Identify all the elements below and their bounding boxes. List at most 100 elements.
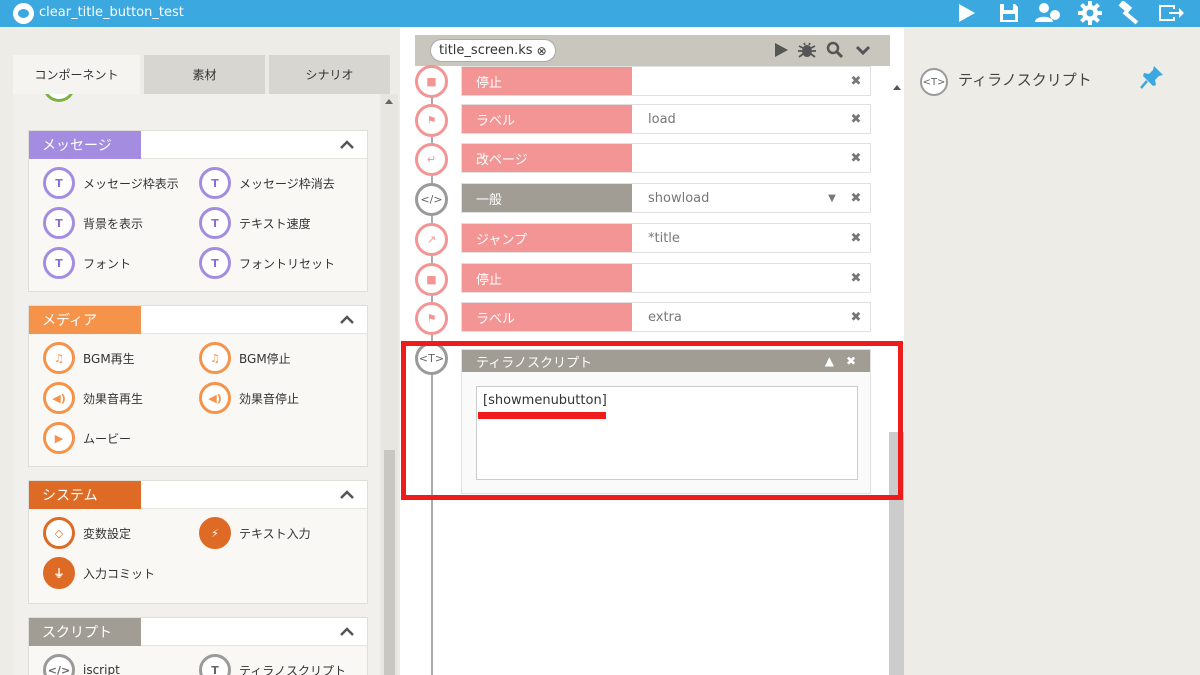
code-node-icon: </>	[415, 183, 448, 216]
text-frame-hide-icon: T	[199, 167, 231, 199]
tag-label: ラベル	[462, 105, 632, 133]
component-show-background[interactable]: T 背景を表示	[43, 207, 143, 239]
component-bgm-stop[interactable]: ♫ BGM停止	[199, 342, 291, 374]
tag-value[interactable]: *title	[632, 224, 842, 252]
component-iscript[interactable]: </> iscript	[43, 654, 120, 675]
tab-scenario[interactable]: シナリオ	[269, 55, 390, 94]
flag-node-icon: ⚑	[415, 104, 448, 137]
group-system-title: システム	[29, 481, 141, 509]
tag-row[interactable]: 停止 ✖	[461, 66, 871, 96]
collapse-chevron-icon[interactable]	[327, 618, 367, 645]
lightning-icon: ⚡	[199, 517, 231, 549]
tag-row[interactable]: ジャンプ *title ✖	[461, 223, 871, 253]
text-speed-icon: T	[199, 207, 231, 239]
chevron-down-icon[interactable]	[852, 39, 874, 61]
tag-row[interactable]: 停止 ✖	[461, 263, 871, 293]
font-reset-icon: T	[199, 247, 231, 279]
tag-value[interactable]: extra	[632, 303, 842, 331]
highlight-box	[401, 341, 903, 500]
scroll-up-icon[interactable]	[893, 85, 901, 90]
stop-node-icon: ■	[415, 65, 448, 98]
tag-label: ジャンプ	[462, 224, 632, 252]
tag-value[interactable]	[632, 67, 842, 95]
chevron-down-icon[interactable]: ▼	[822, 184, 842, 212]
tag-value[interactable]	[632, 144, 842, 172]
group-script-title: スクリプト	[29, 618, 141, 646]
component-hide-message-frame[interactable]: T メッセージ枠消去	[199, 167, 335, 199]
tag-label: 改ページ	[462, 144, 632, 172]
movie-icon: ▶	[43, 422, 75, 454]
component-bgm-play[interactable]: ♫ BGM再生	[43, 342, 135, 374]
component-se-play[interactable]: ◀) 効果音再生	[43, 382, 143, 414]
close-tab-icon[interactable]: ⊗	[537, 44, 547, 58]
property-panel: <T> ティラノスクリプト	[905, 27, 1200, 675]
tag-row[interactable]: 改ページ ✖	[461, 143, 871, 173]
component-font-reset[interactable]: T フォントリセット	[199, 247, 335, 279]
pin-icon[interactable]	[1138, 63, 1166, 91]
tab-materials[interactable]: 素材	[144, 55, 265, 94]
file-tab[interactable]: title_screen.ks ⊗	[430, 39, 556, 62]
run-icon[interactable]	[770, 39, 792, 61]
tab-components[interactable]: コンポーネント	[13, 55, 140, 94]
component-font[interactable]: T フォント	[43, 247, 131, 279]
users-icon[interactable]	[1033, 0, 1063, 26]
play-icon[interactable]	[951, 0, 981, 26]
music-play-icon: ♫	[43, 342, 75, 374]
component-se-stop[interactable]: ◀) 効果音停止	[199, 382, 299, 414]
collapse-chevron-icon[interactable]	[327, 481, 367, 508]
tyrano-icon: T	[199, 654, 231, 675]
collapse-chevron-icon[interactable]	[327, 131, 367, 158]
component-movie[interactable]: ▶ ムービー	[43, 422, 131, 454]
delete-icon[interactable]: ✖	[842, 224, 870, 252]
scroll-thumb[interactable]	[384, 450, 395, 675]
hammer-icon[interactable]	[1115, 0, 1145, 26]
export-icon[interactable]	[1156, 0, 1186, 26]
text-frame-icon: T	[43, 167, 75, 199]
component-show-message-frame[interactable]: T メッセージ枠表示	[43, 167, 179, 199]
scroll-up-icon[interactable]	[385, 99, 393, 104]
font-icon: T	[43, 247, 75, 279]
group-message: メッセージ T メッセージ枠表示 T メッセージ枠消去 T 背景を表示 T テキスト速度…	[28, 130, 368, 292]
delete-icon[interactable]: ✖	[842, 184, 870, 212]
component-variable[interactable]: ◇ 変数設定	[43, 517, 131, 549]
tag-label: 停止	[462, 264, 632, 292]
component-palette: メッセージ T メッセージ枠表示 T メッセージ枠消去 T 背景を表示 T テキスト速度…	[13, 94, 379, 675]
variable-icon: ◇	[43, 517, 75, 549]
component-input-commit[interactable]: ⏚ 入力コミット	[43, 557, 155, 589]
delete-icon[interactable]: ✖	[842, 105, 870, 133]
bug-icon[interactable]	[796, 39, 818, 61]
delete-icon[interactable]: ✖	[842, 67, 870, 95]
component-text-speed[interactable]: T テキスト速度	[199, 207, 311, 239]
text-bg-icon: T	[43, 207, 75, 239]
music-stop-icon: ♫	[199, 342, 231, 374]
tag-value[interactable]: load	[632, 105, 842, 133]
partial-component-icon	[43, 94, 75, 102]
delete-icon[interactable]: ✖	[842, 144, 870, 172]
tag-row[interactable]: ラベル extra ✖	[461, 302, 871, 332]
flag-node-icon: ⚑	[415, 302, 448, 335]
tag-value[interactable]	[632, 264, 842, 292]
tag-label: 停止	[462, 67, 632, 95]
group-media: メディア ♫ BGM再生 ♫ BGM停止 ◀) 効果音再生 ◀) 効果音停止 ▶ ムービー	[28, 305, 368, 467]
delete-icon[interactable]: ✖	[842, 264, 870, 292]
palette-scrollbar[interactable]	[381, 94, 398, 675]
delete-icon[interactable]: ✖	[842, 303, 870, 331]
tag-label: ラベル	[462, 303, 632, 331]
tag-row[interactable]: ラベル load ✖	[461, 104, 871, 134]
stop-node-icon: ■	[415, 263, 448, 296]
collapse-chevron-icon[interactable]	[327, 306, 367, 333]
gear-icon[interactable]	[1075, 0, 1105, 26]
tyrano-icon: <T>	[920, 68, 948, 96]
save-icon[interactable]	[994, 0, 1024, 26]
component-text-input[interactable]: ⚡ テキスト入力	[199, 517, 311, 549]
group-system: システム ◇ 変数設定 ⚡ テキスト入力 ⏚ 入力コミット	[28, 480, 368, 604]
plug-icon: ⏚	[43, 557, 75, 589]
tag-value[interactable]: showload	[632, 184, 822, 212]
property-title: ティラノスクリプト	[958, 71, 1092, 89]
group-media-title: メディア	[29, 306, 141, 334]
component-tyrano-script[interactable]: T ティラノスクリプト	[199, 654, 346, 675]
sound-play-icon: ◀)	[43, 382, 75, 414]
group-script: スクリプト </> iscript T ティラノスクリプト	[28, 617, 368, 675]
tag-row[interactable]: 一般 showload ▼ ✖	[461, 183, 871, 213]
search-icon[interactable]	[824, 39, 846, 61]
